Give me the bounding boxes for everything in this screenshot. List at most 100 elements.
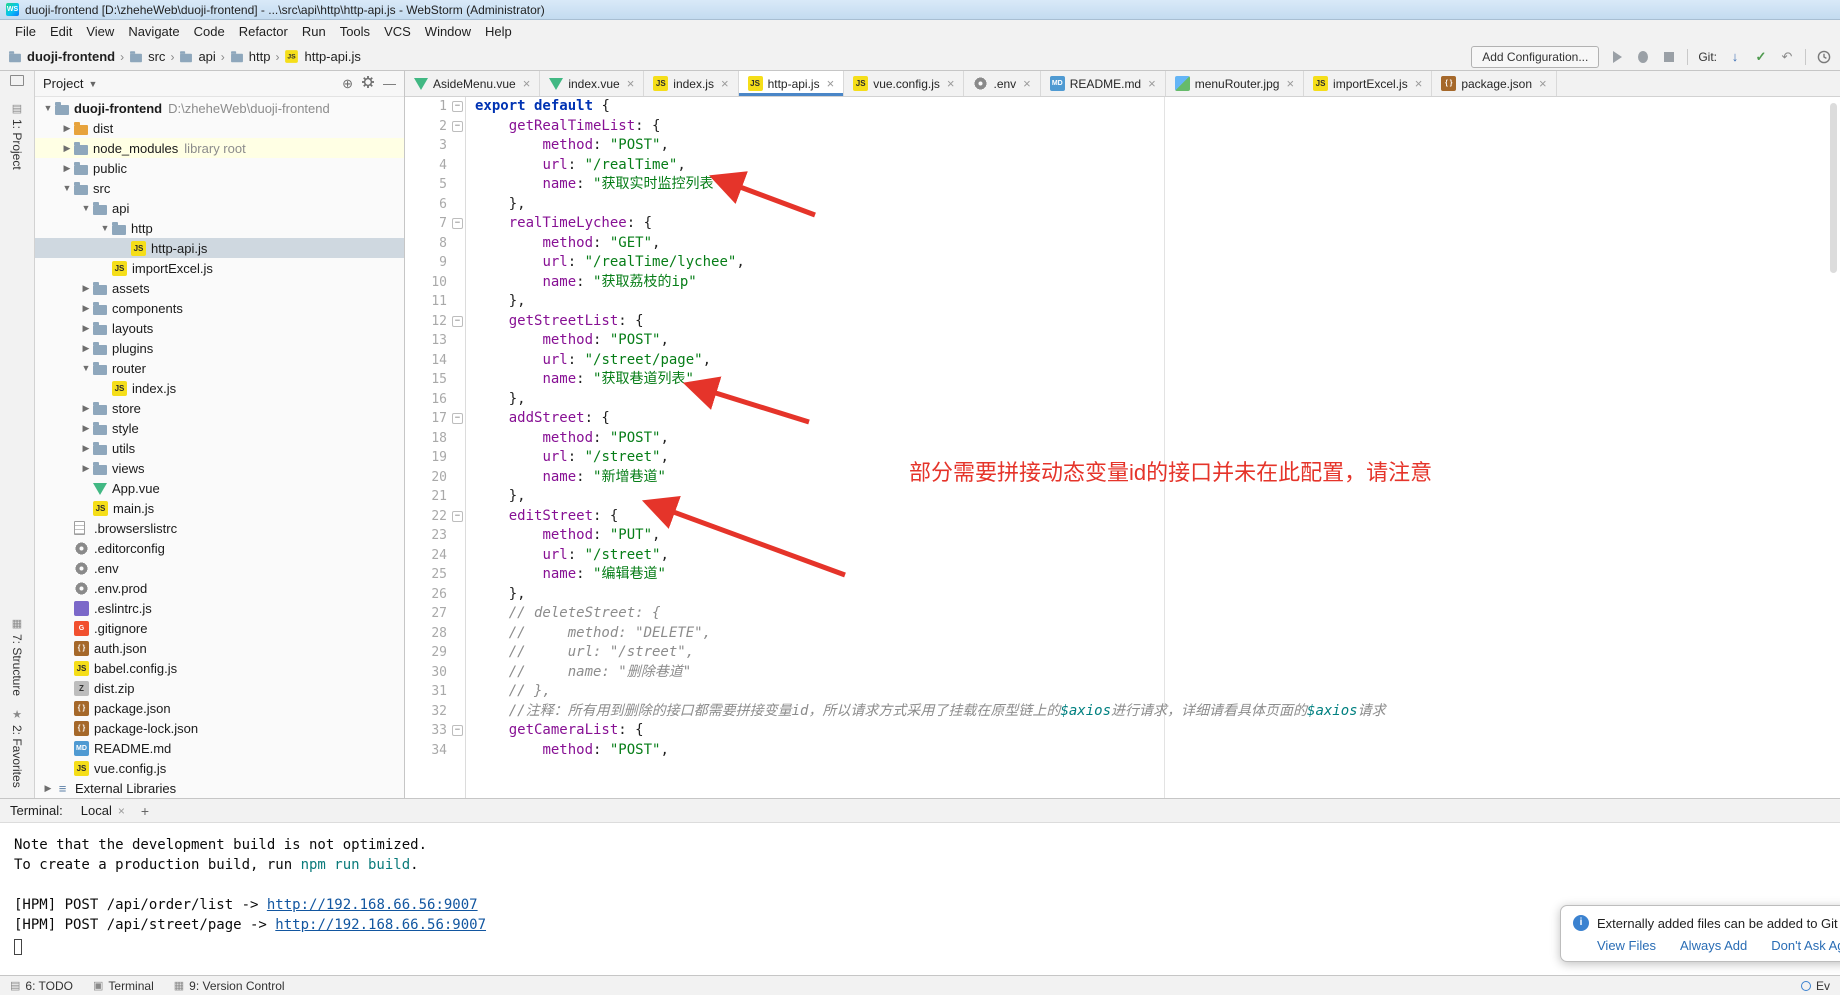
hide-panel-icon[interactable]: —	[383, 76, 396, 91]
debug-button[interactable]	[1635, 49, 1651, 65]
tree-item-store[interactable]: ▶store	[35, 398, 404, 418]
code-line-34[interactable]: 34 method: "POST",	[405, 741, 1840, 761]
editor-tab-vue.config.js[interactable]: JSvue.config.js×	[844, 71, 964, 96]
settings-gear-icon[interactable]	[362, 76, 374, 91]
code-line-1[interactable]: 1−export default {	[405, 97, 1840, 117]
status-bar-right[interactable]: Ev	[1801, 979, 1830, 993]
breadcrumb-item-src[interactable]: src	[129, 49, 165, 64]
close-icon[interactable]: ×	[118, 804, 125, 818]
code-line-5[interactable]: 5 name: "获取实时监控列表"	[405, 175, 1840, 195]
editor-tab-.env[interactable]: .env×	[964, 71, 1040, 96]
add-configuration-button[interactable]: Add Configuration...	[1471, 46, 1599, 68]
code-line-7[interactable]: 7− realTimeLychee: {	[405, 214, 1840, 234]
tree-item-dist.zip[interactable]: Zdist.zip	[35, 678, 404, 698]
chevron-expanded-icon[interactable]: ▼	[98, 223, 112, 233]
tree-item-main.js[interactable]: JSmain.js	[35, 498, 404, 518]
tree-item-.eslintrc.js[interactable]: .eslintrc.js	[35, 598, 404, 618]
close-icon[interactable]: ×	[1148, 77, 1156, 90]
tree-item-package.json[interactable]: { }package.json	[35, 698, 404, 718]
chevron-collapsed-icon[interactable]: ▶	[79, 403, 93, 414]
menu-vcs[interactable]: VCS	[377, 22, 418, 41]
tree-item-.editorconfig[interactable]: .editorconfig	[35, 538, 404, 558]
editor-tab-README.md[interactable]: MDREADME.md×	[1041, 71, 1166, 96]
editor-body[interactable]: 1−export default {2− getRealTimeList: {3…	[405, 97, 1840, 798]
fold-marker-icon[interactable]: −	[452, 413, 463, 424]
code-line-30[interactable]: 30 // name: "删除巷道"	[405, 663, 1840, 683]
tree-item-babel.config.js[interactable]: JSbabel.config.js	[35, 658, 404, 678]
tree-item-dist[interactable]: ▶dist	[35, 118, 404, 138]
git-commit-button[interactable]: ✓	[1753, 49, 1769, 65]
code-line-22[interactable]: 22− editStreet: {	[405, 507, 1840, 527]
terminal-link[interactable]: http://192.168.66.56:9007	[267, 897, 478, 913]
tree-item-.browserslistrc[interactable]: .browserslistrc	[35, 518, 404, 538]
chevron-collapsed-icon[interactable]: ▶	[60, 163, 74, 174]
tree-item-router[interactable]: ▼router	[35, 358, 404, 378]
code-line-12[interactable]: 12− getStreetList: {	[405, 312, 1840, 332]
close-icon[interactable]: ×	[1415, 77, 1423, 90]
notification-action-DontAskAgain[interactable]: Don't Ask Again	[1771, 938, 1840, 953]
tree-item-style[interactable]: ▶style	[35, 418, 404, 438]
chevron-expanded-icon[interactable]: ▼	[60, 183, 74, 193]
menu-refactor[interactable]: Refactor	[232, 22, 295, 41]
statusbar-item-Terminal[interactable]: ▣Terminal	[93, 979, 154, 993]
chevron-collapsed-icon[interactable]: ▶	[79, 443, 93, 454]
code-line-21[interactable]: 21 },	[405, 487, 1840, 507]
code-line-4[interactable]: 4 url: "/realTime",	[405, 156, 1840, 176]
editor-tab-package.json[interactable]: { }package.json×	[1432, 71, 1556, 96]
tree-item-External Libraries[interactable]: ▶≡External Libraries	[35, 778, 404, 798]
terminal-link[interactable]: http://192.168.66.56:9007	[275, 917, 486, 933]
code-line-23[interactable]: 23 method: "PUT",	[405, 526, 1840, 546]
fold-marker-icon[interactable]: −	[452, 121, 463, 132]
code-line-19[interactable]: 19 url: "/street",	[405, 448, 1840, 468]
code-line-20[interactable]: 20 name: "新增巷道"	[405, 468, 1840, 488]
code-line-6[interactable]: 6 },	[405, 195, 1840, 215]
project-panel-title[interactable]: Project	[43, 76, 83, 91]
chevron-expanded-icon[interactable]: ▼	[79, 363, 93, 373]
fold-marker-icon[interactable]: −	[452, 218, 463, 229]
editor-tab-index.vue[interactable]: index.vue×	[540, 71, 644, 96]
tree-item-plugins[interactable]: ▶plugins	[35, 338, 404, 358]
tree-item-utils[interactable]: ▶utils	[35, 438, 404, 458]
tree-item-.gitignore[interactable]: G.gitignore	[35, 618, 404, 638]
editor-tab-index.js[interactable]: JSindex.js×	[644, 71, 738, 96]
editor-tab-importExcel.js[interactable]: JSimportExcel.js×	[1304, 71, 1432, 96]
code-line-28[interactable]: 28 // method: "DELETE",	[405, 624, 1840, 644]
locate-file-icon[interactable]: ⊕	[342, 76, 353, 92]
fold-marker-icon[interactable]: −	[452, 316, 463, 327]
git-update-button[interactable]: ↓	[1727, 49, 1743, 65]
terminal-tab-local[interactable]: Local ×	[75, 801, 131, 820]
tree-item-api[interactable]: ▼api	[35, 198, 404, 218]
tree-item-components[interactable]: ▶components	[35, 298, 404, 318]
close-icon[interactable]: ×	[1023, 77, 1031, 90]
stop-button[interactable]	[1661, 49, 1677, 65]
tree-item-vue.config.js[interactable]: JSvue.config.js	[35, 758, 404, 778]
tree-item-duoji-frontend[interactable]: ▼duoji-frontend D:\zheheWeb\duoji-fronte…	[35, 98, 404, 118]
code-line-8[interactable]: 8 method: "GET",	[405, 234, 1840, 254]
chevron-collapsed-icon[interactable]: ▶	[60, 143, 74, 154]
breadcrumb-item-duoji-frontend[interactable]: duoji-frontend	[8, 49, 115, 64]
tool-window-button-Favorites[interactable]: ★2: Favorites	[10, 702, 24, 794]
menu-window[interactable]: Window	[418, 22, 478, 41]
menu-navigate[interactable]: Navigate	[121, 22, 186, 41]
chevron-expanded-icon[interactable]: ▼	[79, 203, 93, 213]
tree-item-index.js[interactable]: JSindex.js	[35, 378, 404, 398]
fold-marker-icon[interactable]: −	[452, 511, 463, 522]
code-line-11[interactable]: 11 },	[405, 292, 1840, 312]
history-clock-icon[interactable]	[1816, 49, 1832, 65]
close-icon[interactable]: ×	[721, 77, 729, 90]
code-line-3[interactable]: 3 method: "POST",	[405, 136, 1840, 156]
notification-action-ViewFiles[interactable]: View Files	[1597, 938, 1656, 953]
code-line-16[interactable]: 16 },	[405, 390, 1840, 410]
code-line-27[interactable]: 27 // deleteStreet: {	[405, 604, 1840, 624]
close-icon[interactable]: ×	[947, 77, 955, 90]
tree-item-importExcel.js[interactable]: JSimportExcel.js	[35, 258, 404, 278]
close-icon[interactable]: ×	[523, 77, 531, 90]
code-line-2[interactable]: 2− getRealTimeList: {	[405, 117, 1840, 137]
close-icon[interactable]: ×	[1286, 77, 1294, 90]
event-log-icon[interactable]	[1801, 981, 1811, 991]
code-line-17[interactable]: 17− addStreet: {	[405, 409, 1840, 429]
statusbar-item-TODO[interactable]: ▤6: TODO	[10, 979, 73, 993]
tree-item-package-lock.json[interactable]: { }package-lock.json	[35, 718, 404, 738]
chevron-collapsed-icon[interactable]: ▶	[79, 323, 93, 334]
code-line-18[interactable]: 18 method: "POST",	[405, 429, 1840, 449]
